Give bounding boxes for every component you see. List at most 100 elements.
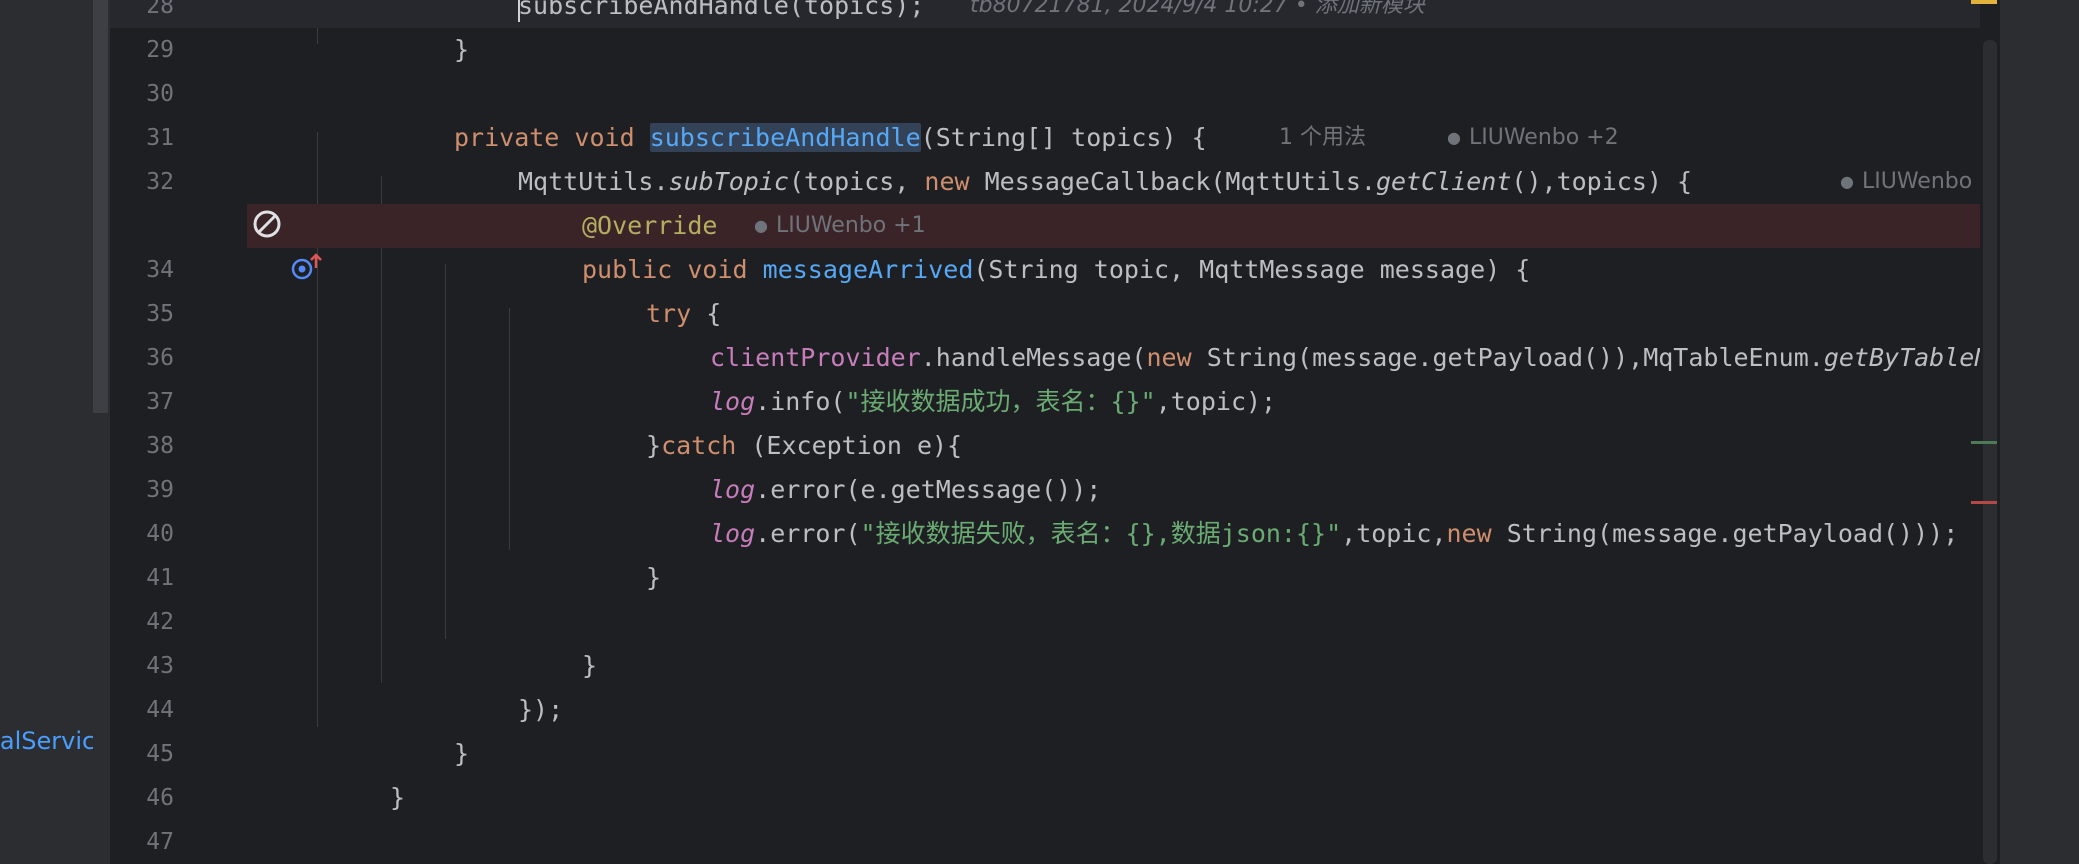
code-text: (Exception e){ [736, 431, 963, 460]
line-number: 41 [146, 565, 174, 591]
code-statement: clientProvider.handleMessage(new String(… [710, 336, 2000, 380]
field: log [710, 475, 756, 504]
user-icon: ● [754, 216, 768, 235]
code-line-28[interactable]: 28 subscribeAndHandle(topics); tb8072178… [110, 0, 2000, 28]
field: log [710, 387, 756, 416]
line-number: 35 [146, 301, 174, 327]
right-tool-strip [2000, 0, 2079, 864]
code-line-31[interactable]: 31 private void subscribeAndHandle(Strin… [110, 116, 2000, 160]
keyword: try [646, 299, 692, 328]
line-number: 44 [146, 697, 174, 723]
error-marker[interactable] [1971, 501, 1997, 504]
line-number: 32 [146, 169, 174, 195]
code-text: ,topic, [1341, 519, 1447, 548]
git-blame-annotation[interactable]: tb80721781, 2024/9/4 10:27 • 添加新模块 [970, 0, 1425, 28]
code-line-40[interactable]: 40 log.error("接收数据失败，表名：{},数据json:{}",to… [110, 512, 2000, 556]
line-number: 37 [146, 389, 174, 415]
warning-marker[interactable] [1971, 0, 1997, 4]
static-method: subTopic [668, 167, 789, 196]
user-icon: ● [1447, 128, 1461, 147]
static-method: getClient [1375, 167, 1512, 196]
keyword: private [454, 123, 560, 152]
code-text: } [390, 783, 406, 812]
string-literal: "接收数据失败，表名：{},数据json:{}" [860, 519, 1342, 548]
line-number: 38 [146, 433, 174, 459]
code-line-30[interactable]: 30 [110, 72, 2000, 116]
code-editor[interactable]: 28 subscribeAndHandle(topics); tb8072178… [110, 0, 2000, 864]
line-number: 46 [146, 785, 174, 811]
annotation: @Override [582, 211, 718, 240]
line-number: 36 [146, 345, 174, 371]
code-line-45[interactable]: 45 } [110, 732, 2000, 776]
code-text: } [582, 651, 598, 680]
line-number: 45 [146, 741, 174, 767]
code-line-42[interactable]: 42 [110, 600, 2000, 644]
project-panel: rialService [0, 0, 110, 864]
code-text: ,topic); [1155, 387, 1277, 416]
code-text: } [454, 35, 470, 64]
code-line-41[interactable]: 41 } [110, 556, 2000, 600]
code-text: String(message.getPayload())); [1491, 519, 1959, 548]
code-line-34[interactable]: 34 public void messageArrived(String top… [110, 248, 2000, 292]
author-hint[interactable]: ● LIUWenbo +2 [1447, 116, 1619, 160]
code-statement: log.info("接收数据成功，表名：{}",topic); [710, 380, 1276, 424]
method-name-highlighted[interactable]: subscribeAndHandle [649, 123, 921, 152]
code-line-43[interactable]: 43 } [110, 644, 2000, 688]
code-statement: }catch (Exception e){ [646, 424, 962, 468]
code-line-29[interactable]: 29 } [110, 28, 2000, 72]
code-text: .error(e.getMessage()); [755, 475, 1102, 504]
code-line-44[interactable]: 44 }); [110, 688, 2000, 732]
field: log [710, 519, 756, 548]
code-text: } [646, 431, 662, 460]
line-number: 34 [146, 257, 174, 283]
project-panel-scrollbar-thumb[interactable] [93, 0, 108, 413]
line-number: 43 [146, 653, 174, 679]
code-text: } [646, 563, 662, 592]
static-method: getByTableName [1823, 343, 2000, 372]
keyword: new [1446, 519, 1492, 548]
field: clientProvider [710, 343, 921, 372]
code-line-39[interactable]: 39 log.error(e.getMessage()); [110, 468, 2000, 512]
code-line-32[interactable]: 32 MqttUtils.subTopic(topics, new Messag… [110, 160, 2000, 204]
keyword: new [1146, 343, 1192, 372]
keyword: catch [661, 431, 737, 460]
method-declaration: private void subscribeAndHandle(String[]… [454, 116, 1207, 160]
code-text: (String topic, MqttMessage message) { [973, 255, 1531, 284]
code-text: } [454, 739, 470, 768]
code-line-36[interactable]: 36 clientProvider.handleMessage(new Stri… [110, 336, 2000, 380]
keyword: void [574, 123, 635, 152]
keyword: public [582, 255, 673, 284]
line-number: 39 [146, 477, 174, 503]
code-text: MessageCallback(MqttUtils. [969, 167, 1376, 196]
code-statement: log.error(e.getMessage()); [710, 468, 1101, 512]
code-line-38[interactable]: 38 }catch (Exception e){ [110, 424, 2000, 468]
line-number: 40 [146, 521, 174, 547]
method-declaration: public void messageArrived(String topic,… [582, 248, 1530, 292]
code-line-47[interactable]: 47 [110, 820, 2000, 864]
author-hint[interactable]: ● LIUWenbo +1 [754, 204, 926, 248]
line-number: 47 [146, 829, 174, 855]
usages-hint[interactable]: 1 个用法 [1279, 116, 1366, 160]
change-marker[interactable] [1971, 441, 1997, 444]
code-line-35[interactable]: 35 try { [110, 292, 2000, 336]
code-line-37[interactable]: 37 log.info("接收数据成功，表名：{}",topic); [110, 380, 2000, 424]
code-line-33[interactable]: 33 @Override ● LIUWenbo +1 [110, 204, 2000, 248]
method-name: messageArrived [762, 255, 974, 284]
code-text: subscribeAndHandle(topics); [518, 0, 925, 20]
code-text: (),topics) { [1511, 167, 1693, 196]
code-text: (String[] topics) { [920, 123, 1207, 152]
line-number: 30 [146, 81, 174, 107]
author-hint[interactable]: ● LIUWenbo +2 [1840, 160, 2000, 204]
code-statement: try { [646, 292, 721, 336]
code-text: .handleMessage( [920, 343, 1147, 372]
code-text: { [691, 299, 722, 328]
line-number: 29 [146, 37, 174, 63]
code-line-46[interactable]: 46 } [110, 776, 2000, 820]
override-method-icon[interactable] [290, 252, 324, 282]
line-number: 33 [110, 204, 174, 248]
disabled-breakpoint-icon[interactable] [252, 209, 282, 239]
keyword: new [924, 167, 970, 196]
code-text: (topics, [788, 167, 925, 196]
code-text: MqttUtils. [518, 167, 669, 196]
editor-scrollbar-thumb[interactable] [1983, 40, 1997, 864]
